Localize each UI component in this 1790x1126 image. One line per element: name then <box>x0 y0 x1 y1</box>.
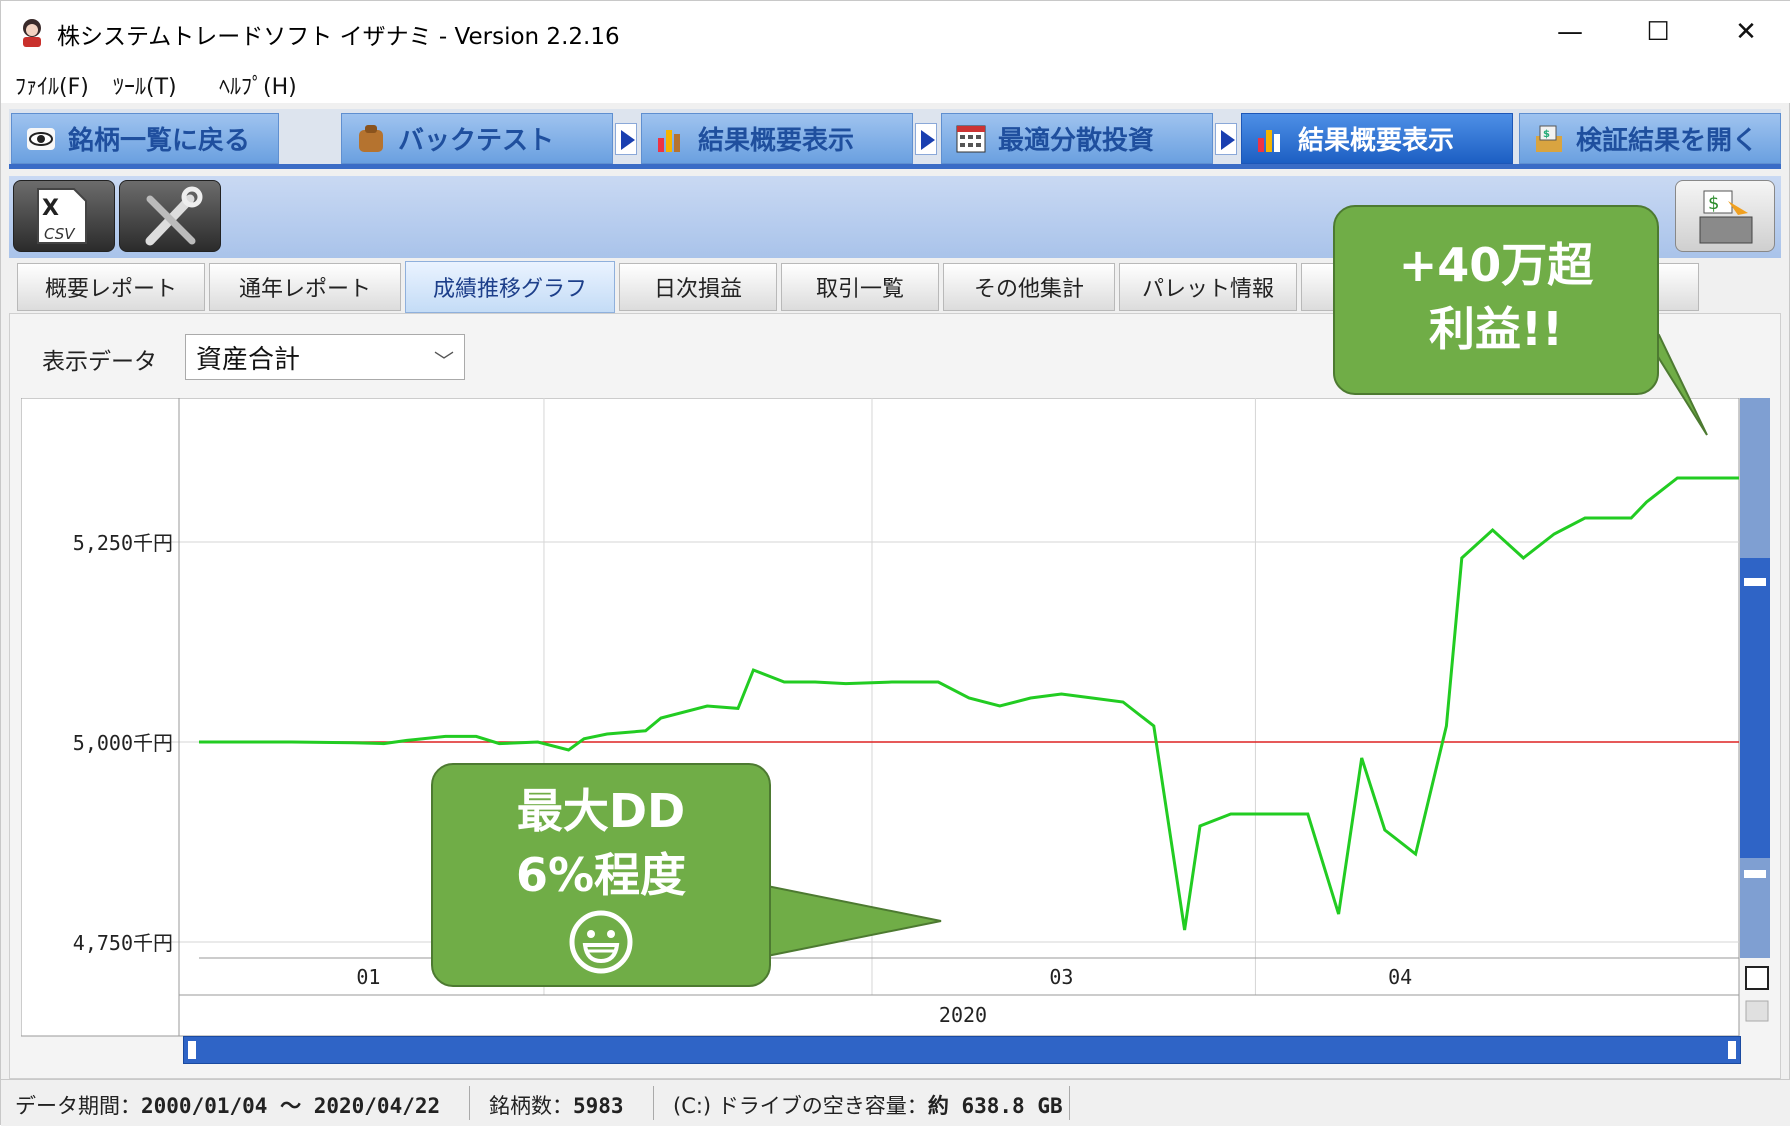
status-bar: データ期間：2000/01/04 〜 2020/04/22 銘柄数：5983 (… <box>1 1079 1790 1126</box>
dd-text-line2: 6%程度 <box>515 848 687 902</box>
status-separator <box>1069 1086 1070 1120</box>
symbol-count-status: 銘柄数：5983 <box>489 1090 624 1120</box>
app-window: 株システムトレードソフト イザナミ - Version 2.2.16 — ☐ ✕… <box>0 0 1790 1126</box>
max-drawdown-callout: 最大DD 6%程度 <box>431 763 771 987</box>
status-separator <box>653 1086 654 1120</box>
period-value: 2000/01/04 〜 2020/04/22 <box>141 1094 441 1118</box>
period-label: データ期間： <box>15 1094 141 1118</box>
data-period-status: データ期間：2000/01/04 〜 2020/04/22 <box>15 1090 440 1120</box>
profit-text-line1: +40万超 <box>1398 238 1594 292</box>
smiley-icon <box>569 910 633 974</box>
disk-space-status: (C:) ドライブの空き容量：約 638.8 GB <box>673 1090 1063 1120</box>
disk-value: 約 638.8 GB <box>927 1094 1063 1118</box>
status-separator <box>469 1086 470 1120</box>
count-value: 5983 <box>573 1094 624 1118</box>
profit-text-line2: 利益!! <box>1429 302 1563 356</box>
disk-label: (C:) ドライブの空き容量： <box>673 1094 928 1118</box>
callout-pointers <box>766 300 1708 958</box>
profit-callout: +40万超 利益!! <box>1333 205 1659 395</box>
count-label: 銘柄数： <box>489 1094 573 1118</box>
dd-text-line1: 最大DD <box>516 784 686 838</box>
dd-callout-pointer <box>766 884 942 958</box>
